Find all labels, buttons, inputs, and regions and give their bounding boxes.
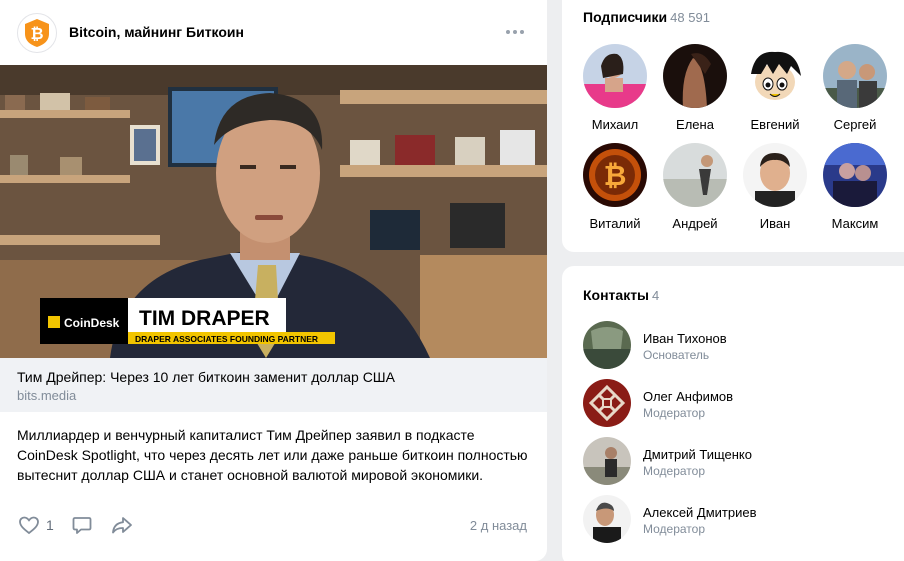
video-caption-text: DRAPER ASSOCIATES FOUNDING PARTNER bbox=[135, 334, 318, 344]
subscribers-card: Подписчики 48 591 Михаил Елена Евгений Се… bbox=[562, 0, 904, 252]
contact-role: Основатель bbox=[643, 348, 710, 362]
svg-text:₿: ₿ bbox=[604, 160, 627, 191]
contact-item[interactable]: Олег Анфимов Модератор bbox=[583, 379, 883, 427]
contacts-card: Контакты 4 Иван Тихонов Основатель Олег А… bbox=[562, 266, 904, 561]
subscriber-item[interactable]: Сергей bbox=[815, 44, 895, 132]
contact-name[interactable]: Дмитрий Тищенко bbox=[643, 447, 752, 462]
contact-item[interactable]: Иван Тихонов Основатель bbox=[583, 321, 883, 369]
share-icon bbox=[111, 517, 132, 534]
contact-name[interactable]: Алексей Дмитриев bbox=[643, 505, 757, 520]
comment-button[interactable] bbox=[70, 513, 94, 537]
subscribers-title[interactable]: Подписчики 48 591 bbox=[583, 9, 710, 25]
svg-text:₿: ₿ bbox=[30, 25, 43, 43]
subscriber-item[interactable]: Иван bbox=[735, 143, 815, 231]
avatar bbox=[583, 321, 631, 369]
comment-icon bbox=[72, 517, 92, 534]
share-button[interactable] bbox=[110, 513, 134, 537]
coindesk-logo: CoinDesk bbox=[64, 316, 120, 330]
avatar bbox=[823, 44, 887, 108]
subscriber-name: Иван bbox=[759, 216, 791, 231]
avatar bbox=[663, 44, 727, 108]
subscriber-name: Михаил bbox=[591, 117, 639, 132]
like-button[interactable]: 1 bbox=[17, 513, 54, 537]
contact-item[interactable]: Дмитрий Тищенко Модератор bbox=[583, 437, 883, 485]
avatar bbox=[743, 143, 807, 207]
video-thumbnail[interactable]: CoinDesk TIM DRAPER DRAPER ASSOCIATES FO… bbox=[0, 65, 547, 358]
avatar bbox=[743, 44, 807, 108]
contact-name[interactable]: Иван Тихонов bbox=[643, 331, 727, 346]
subscriber-name: Евгений bbox=[750, 117, 800, 132]
more-dots-icon[interactable] bbox=[503, 22, 527, 42]
subscriber-item[interactable]: Елена bbox=[655, 44, 735, 132]
contact-item[interactable]: Алексей Дмитриев Модератор bbox=[583, 495, 883, 543]
link-domain: bits.media bbox=[17, 388, 77, 403]
post-card: ₿ Bitcoin, майнинг Биткоин CoinDesk TIM … bbox=[0, 0, 547, 561]
post-header: ₿ Bitcoin, майнинг Биткоин bbox=[0, 0, 547, 65]
avatar: ₿ bbox=[583, 143, 647, 207]
contact-role: Модератор bbox=[643, 522, 706, 536]
avatar bbox=[823, 143, 887, 207]
like-count: 1 bbox=[46, 517, 54, 533]
subscribers-count: 48 591 bbox=[670, 10, 710, 25]
subscriber-item[interactable]: Евгений bbox=[735, 44, 815, 132]
contacts-title[interactable]: Контакты 4 bbox=[583, 287, 659, 303]
subscriber-name: Елена bbox=[676, 117, 714, 132]
subscriber-name: Виталий bbox=[589, 216, 641, 231]
video-name-text: TIM DRAPER bbox=[139, 307, 270, 330]
avatar bbox=[583, 495, 631, 543]
subscriber-item[interactable]: Андрей bbox=[655, 143, 735, 231]
subscriber-item[interactable]: Максим bbox=[815, 143, 895, 231]
subscriber-item[interactable]: ₿ Виталий bbox=[575, 143, 655, 231]
contact-role: Модератор bbox=[643, 406, 706, 420]
bitcoin-logo-icon: ₿ bbox=[25, 19, 49, 47]
subscriber-name: Сергей bbox=[833, 117, 877, 132]
video-frame-image: CoinDesk TIM DRAPER DRAPER ASSOCIATES FO… bbox=[0, 65, 547, 358]
heart-icon bbox=[19, 516, 39, 535]
link-title[interactable]: Тим Дрейпер: Через 10 лет биткоин замени… bbox=[17, 369, 395, 385]
contact-role: Модератор bbox=[643, 464, 706, 478]
subscriber-name: Максим bbox=[831, 216, 879, 231]
avatar bbox=[583, 379, 631, 427]
post-text: Миллиардер и венчурный капиталист Тим Др… bbox=[17, 427, 528, 483]
group-avatar[interactable]: ₿ bbox=[17, 13, 57, 53]
post-actions: 1 bbox=[17, 513, 150, 537]
link-snippet[interactable]: Тим Дрейпер: Через 10 лет биткоин замени… bbox=[0, 358, 547, 412]
post-timestamp[interactable]: 2 д назад bbox=[470, 518, 527, 533]
subscriber-name: Андрей bbox=[672, 216, 718, 231]
group-name-link[interactable]: Bitcoin, майнинг Биткоин bbox=[69, 24, 244, 40]
avatar bbox=[663, 143, 727, 207]
contact-name[interactable]: Олег Анфимов bbox=[643, 389, 733, 404]
avatar bbox=[583, 44, 647, 108]
avatar bbox=[583, 437, 631, 485]
subscriber-item[interactable]: Михаил bbox=[575, 44, 655, 132]
contacts-count: 4 bbox=[652, 288, 660, 303]
